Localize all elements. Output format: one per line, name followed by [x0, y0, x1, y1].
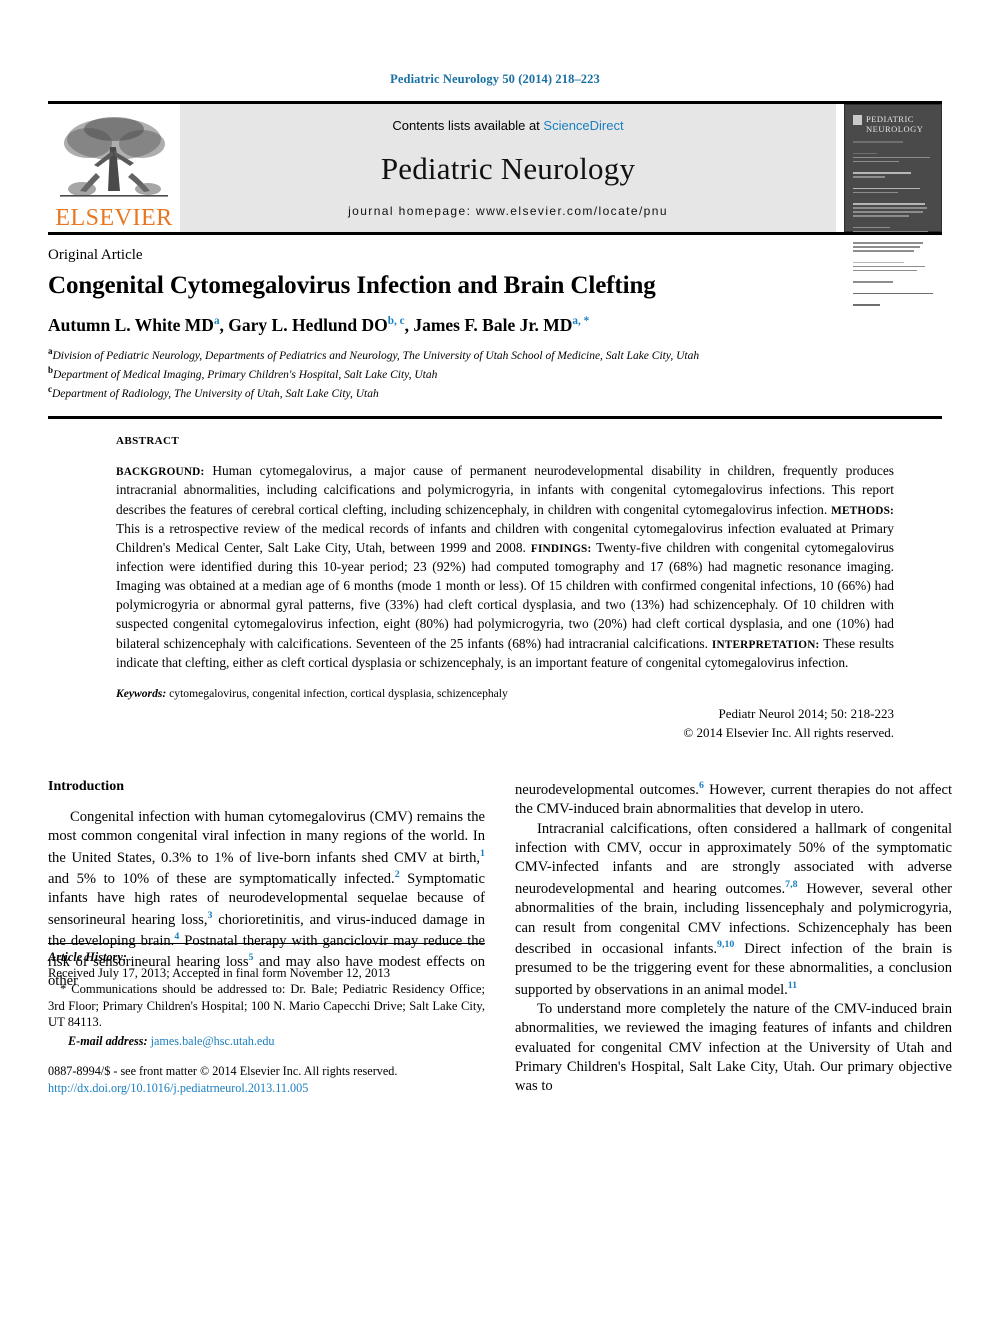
abstract-citation-block: Pediatr Neurol 2014; 50: 218-223 © 2014 …: [116, 704, 894, 743]
cover-title-line-1: PEDIATRIC: [866, 114, 914, 124]
affiliation-a-text: Division of Pediatric Neurology, Departm…: [52, 349, 700, 362]
sciencedirect-link[interactable]: ScienceDirect: [543, 118, 623, 133]
abstract-heading-interpretation: INTERPRETATION:: [711, 638, 820, 651]
email-line: E-mail address: james.bale@hsc.utah.edu: [48, 1034, 485, 1049]
text-run: and 5% to 10% of these are symptomatical…: [48, 870, 395, 887]
paragraph-right-1: neurodevelopmental outcomes.6 However, c…: [515, 779, 952, 820]
issn-copyright-block: 0887-8994/$ - see front matter © 2014 El…: [48, 1063, 485, 1097]
footnote-zone: Article History: Received July 17, 2013;…: [48, 942, 485, 1097]
abstract-text: BACKGROUND: Human cytomegalovirus, a maj…: [116, 461, 894, 672]
journal-name: Pediatric Neurology: [380, 150, 636, 186]
abstract-section: ABSTRACT BACKGROUND: Human cytomegalovir…: [48, 416, 942, 743]
section-heading-introduction: Introduction: [48, 778, 124, 794]
text-run: Congenital infection with human cytomega…: [48, 808, 485, 866]
keywords-label: Keywords:: [116, 686, 167, 700]
footnote-divider: [48, 942, 485, 944]
keywords-value: cytomegalovirus, congenital infection, c…: [166, 686, 508, 700]
author-list: Autumn L. White MDa, Gary L. Hedlund DOb…: [48, 315, 942, 336]
affiliation-b: bDepartment of Medical Imaging, Primary …: [48, 364, 942, 383]
email-address-link[interactable]: james.bale@hsc.utah.edu: [148, 1034, 275, 1048]
elsevier-logo: ELSEVIER: [48, 104, 180, 232]
journal-homepage-link[interactable]: journal homepage: www.elsevier.com/locat…: [348, 204, 668, 218]
running-head: Pediatric Neurology 50 (2014) 218–223: [390, 72, 600, 86]
citation-ref-9-10[interactable]: 9,10: [717, 939, 734, 950]
column-right: neurodevelopmental outcomes.6 However, c…: [515, 779, 952, 1097]
author-3-affil-mark[interactable]: a, *: [572, 315, 589, 327]
article-header: Original Article Congenital Cytomegalovi…: [48, 232, 942, 402]
keywords-line: Keywords: cytomegalovirus, congenital in…: [116, 687, 894, 700]
citation-ref-1[interactable]: 1: [480, 848, 485, 859]
affiliation-c: cDepartment of Radiology, The University…: [48, 383, 942, 402]
paragraph-right-2: Intracranial calcifications, often consi…: [515, 820, 952, 1000]
article-type-label: Original Article: [48, 247, 143, 263]
abstract-text-findings: Twenty-five children with congenital cyt…: [116, 539, 894, 651]
contents-prefix: Contents lists available at: [392, 118, 544, 133]
abstract-heading-findings: FINDINGS:: [530, 542, 592, 555]
author-2: Gary L. Hedlund DO: [228, 314, 388, 335]
article-history-text: Received July 17, 2013; Accepted in fina…: [48, 965, 391, 980]
copyright-line: © 2014 Elsevier Inc. All rights reserved…: [683, 725, 894, 741]
article-body: Introduction Congenital infection with h…: [48, 779, 952, 1097]
cover-emblem-icon: [853, 115, 862, 125]
banner-center: Contents lists available at ScienceDirec…: [180, 104, 836, 232]
abstract-label: ABSTRACT: [116, 435, 180, 448]
abstract-heading-methods: METHODS:: [831, 504, 894, 517]
author-1: Autumn L. White MD: [48, 314, 214, 335]
cover-title-line-2: NEUROLOGY: [866, 124, 924, 135]
abstract-text-background: Human cytomegalovirus, a major cause of …: [116, 463, 894, 517]
cover-placeholder-text: [853, 141, 933, 306]
journal-banner: ELSEVIER Contents lists available at Sci…: [48, 101, 942, 306]
issn-line: 0887-8994/$ - see front matter © 2014 El…: [48, 1064, 398, 1079]
journal-cover-thumbnail[interactable]: PEDIATRIC NEUROLOGY: [844, 104, 942, 306]
author-3: James F. Bale Jr. MD: [413, 314, 573, 335]
text-run: neurodevelopmental outcomes.: [515, 781, 699, 798]
text-run: To understand more completely the nature…: [515, 1000, 952, 1095]
journal-article-page: Pediatric Neurology 50 (2014) 218–223 EL…: [0, 0, 990, 1320]
elsevier-wordmark: ELSEVIER: [55, 205, 173, 231]
article-history-label: Article History:: [48, 949, 127, 964]
affiliation-a: aDivision of Pediatric Neurology, Depart…: [48, 345, 942, 364]
elsevier-tree-icon: [60, 117, 168, 197]
contents-available-line: Contents lists available at ScienceDirec…: [392, 118, 623, 133]
column-left: Introduction Congenital infection with h…: [48, 779, 485, 1097]
abstract-heading-background: BACKGROUND:: [116, 466, 205, 479]
correspondence-note: * Communications should be addressed to:…: [48, 982, 485, 1029]
paragraph-right-3: To understand more completely the nature…: [515, 1000, 952, 1097]
author-sep-1: ,: [219, 314, 229, 335]
affiliation-c-text: Department of Radiology, The University …: [51, 387, 379, 400]
doi-link[interactable]: http://dx.doi.org/10.1016/j.pediatrneuro…: [48, 1080, 485, 1097]
affiliation-b-text: Department of Medical Imaging, Primary C…: [53, 368, 438, 381]
author-sep-2: ,: [404, 314, 414, 335]
citation-line: Pediatr Neurol 2014; 50: 218-223: [718, 705, 894, 721]
email-label: E-mail address:: [68, 1034, 148, 1049]
author-2-affil-mark[interactable]: b, c: [388, 315, 405, 327]
citation-ref-7-8[interactable]: 7,8: [785, 879, 797, 890]
citation-ref-11[interactable]: 11: [788, 980, 797, 991]
page-title: Congenital Cytomegalovirus Infection and…: [48, 272, 656, 299]
